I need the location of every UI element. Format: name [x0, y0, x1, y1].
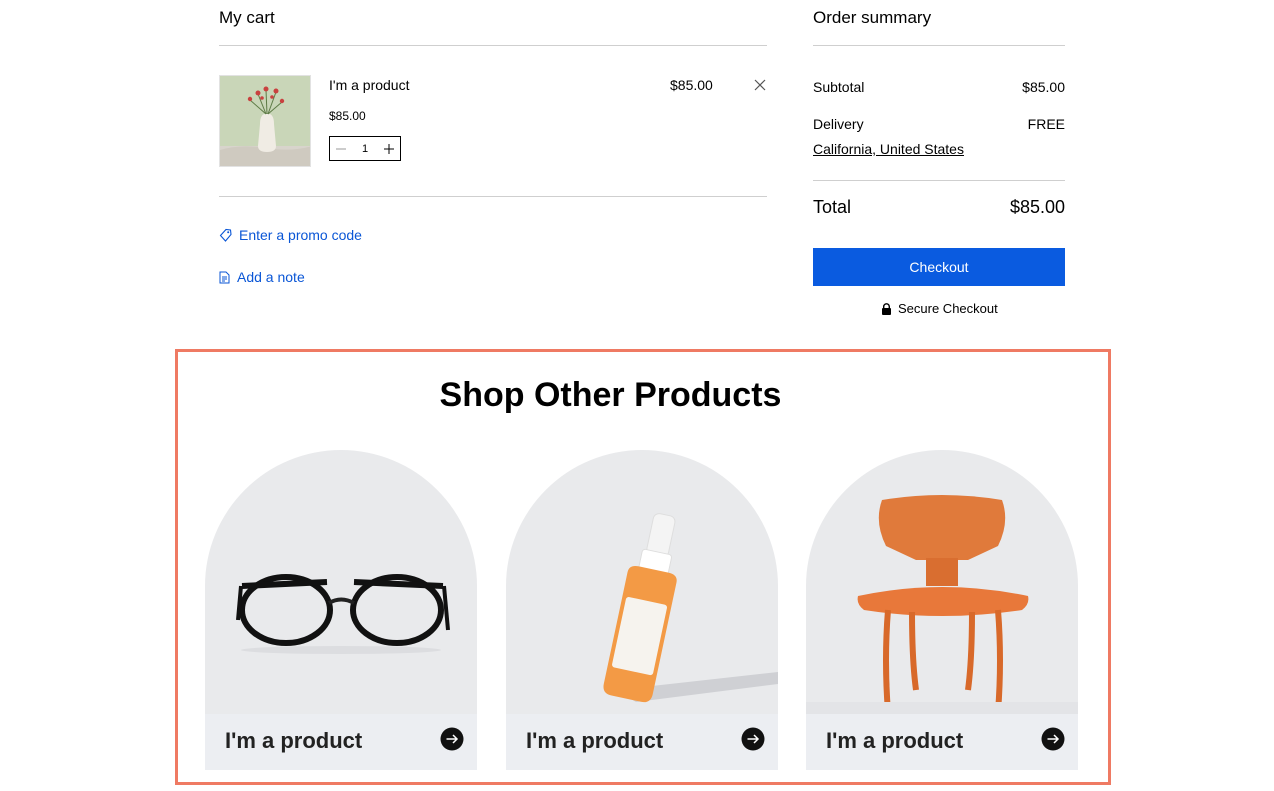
- checkout-button[interactable]: Checkout: [813, 248, 1065, 286]
- flower-vase-image: [220, 76, 310, 166]
- secure-checkout: Secure Checkout: [881, 301, 998, 316]
- delivery-label: Delivery: [813, 116, 864, 132]
- product-card-image[interactable]: [806, 450, 1078, 714]
- quantity-stepper[interactable]: 1: [329, 136, 401, 161]
- product-card[interactable]: I'm a product: [806, 450, 1078, 770]
- cart-item-image[interactable]: [219, 75, 311, 167]
- delivery-value: FREE: [1027, 116, 1065, 132]
- cart-item-name[interactable]: I'm a product: [329, 77, 410, 93]
- decrease-quantity-button[interactable]: [334, 142, 348, 156]
- product-card-name[interactable]: I'm a product: [526, 728, 663, 754]
- product-card-footer: I'm a product: [205, 714, 477, 770]
- order-summary-title: Order summary: [813, 8, 932, 27]
- product-card[interactable]: I'm a product: [205, 450, 477, 770]
- cart-title: My cart: [219, 8, 275, 27]
- product-arrow-button[interactable]: [1041, 727, 1065, 751]
- total-value: $85.00: [1009, 197, 1065, 217]
- summary-divider-top: [813, 45, 1065, 46]
- quantity-value[interactable]: 1: [362, 143, 368, 155]
- delivery-location-link[interactable]: California, United States: [813, 141, 964, 157]
- product-card-name[interactable]: I'm a product: [826, 728, 963, 754]
- cart-item-unit-price: $85.00: [329, 109, 366, 123]
- secure-checkout-label: Secure Checkout: [898, 301, 998, 316]
- cart-divider-top: [219, 45, 767, 46]
- shop-other-products-title: Shop Other Products: [439, 376, 782, 414]
- lock-icon: [882, 302, 891, 315]
- subtotal-label: Subtotal: [813, 79, 865, 95]
- arrow-right-icon: [1041, 727, 1065, 751]
- close-icon: [754, 79, 766, 91]
- remove-item-button[interactable]: [753, 78, 767, 92]
- product-card[interactable]: I'm a product: [506, 450, 778, 770]
- promo-code-link[interactable]: Enter a promo code: [219, 227, 362, 243]
- plus-icon: [384, 143, 394, 154]
- product-card-image[interactable]: [205, 450, 477, 714]
- total-label: Total: [813, 197, 852, 217]
- add-note-label[interactable]: Add a note: [237, 269, 305, 285]
- cart-item-line-total: $85.00: [670, 77, 713, 93]
- tag-icon: [219, 228, 232, 242]
- product-card-footer: I'm a product: [506, 714, 778, 770]
- orange-chair-image: [806, 495, 1078, 714]
- note-icon: [219, 271, 230, 283]
- product-card-name[interactable]: I'm a product: [225, 728, 362, 754]
- increase-quantity-button[interactable]: [382, 142, 396, 156]
- arrow-right-icon: [741, 727, 765, 751]
- product-card-footer: I'm a product: [806, 714, 1078, 770]
- cart-divider-bottom: [219, 196, 767, 197]
- arrow-right-icon: [440, 727, 464, 751]
- serum-bottle-image: [603, 513, 778, 703]
- subtotal-value: $85.00: [1022, 79, 1065, 95]
- add-note-link[interactable]: Add a note: [219, 269, 305, 285]
- summary-divider-bottom: [813, 180, 1065, 181]
- product-arrow-button[interactable]: [741, 727, 765, 751]
- product-card-image[interactable]: [506, 450, 778, 714]
- eyeglasses-image: [236, 574, 450, 654]
- minus-icon: [336, 148, 346, 149]
- product-arrow-button[interactable]: [440, 727, 464, 751]
- promo-code-label[interactable]: Enter a promo code: [239, 227, 362, 243]
